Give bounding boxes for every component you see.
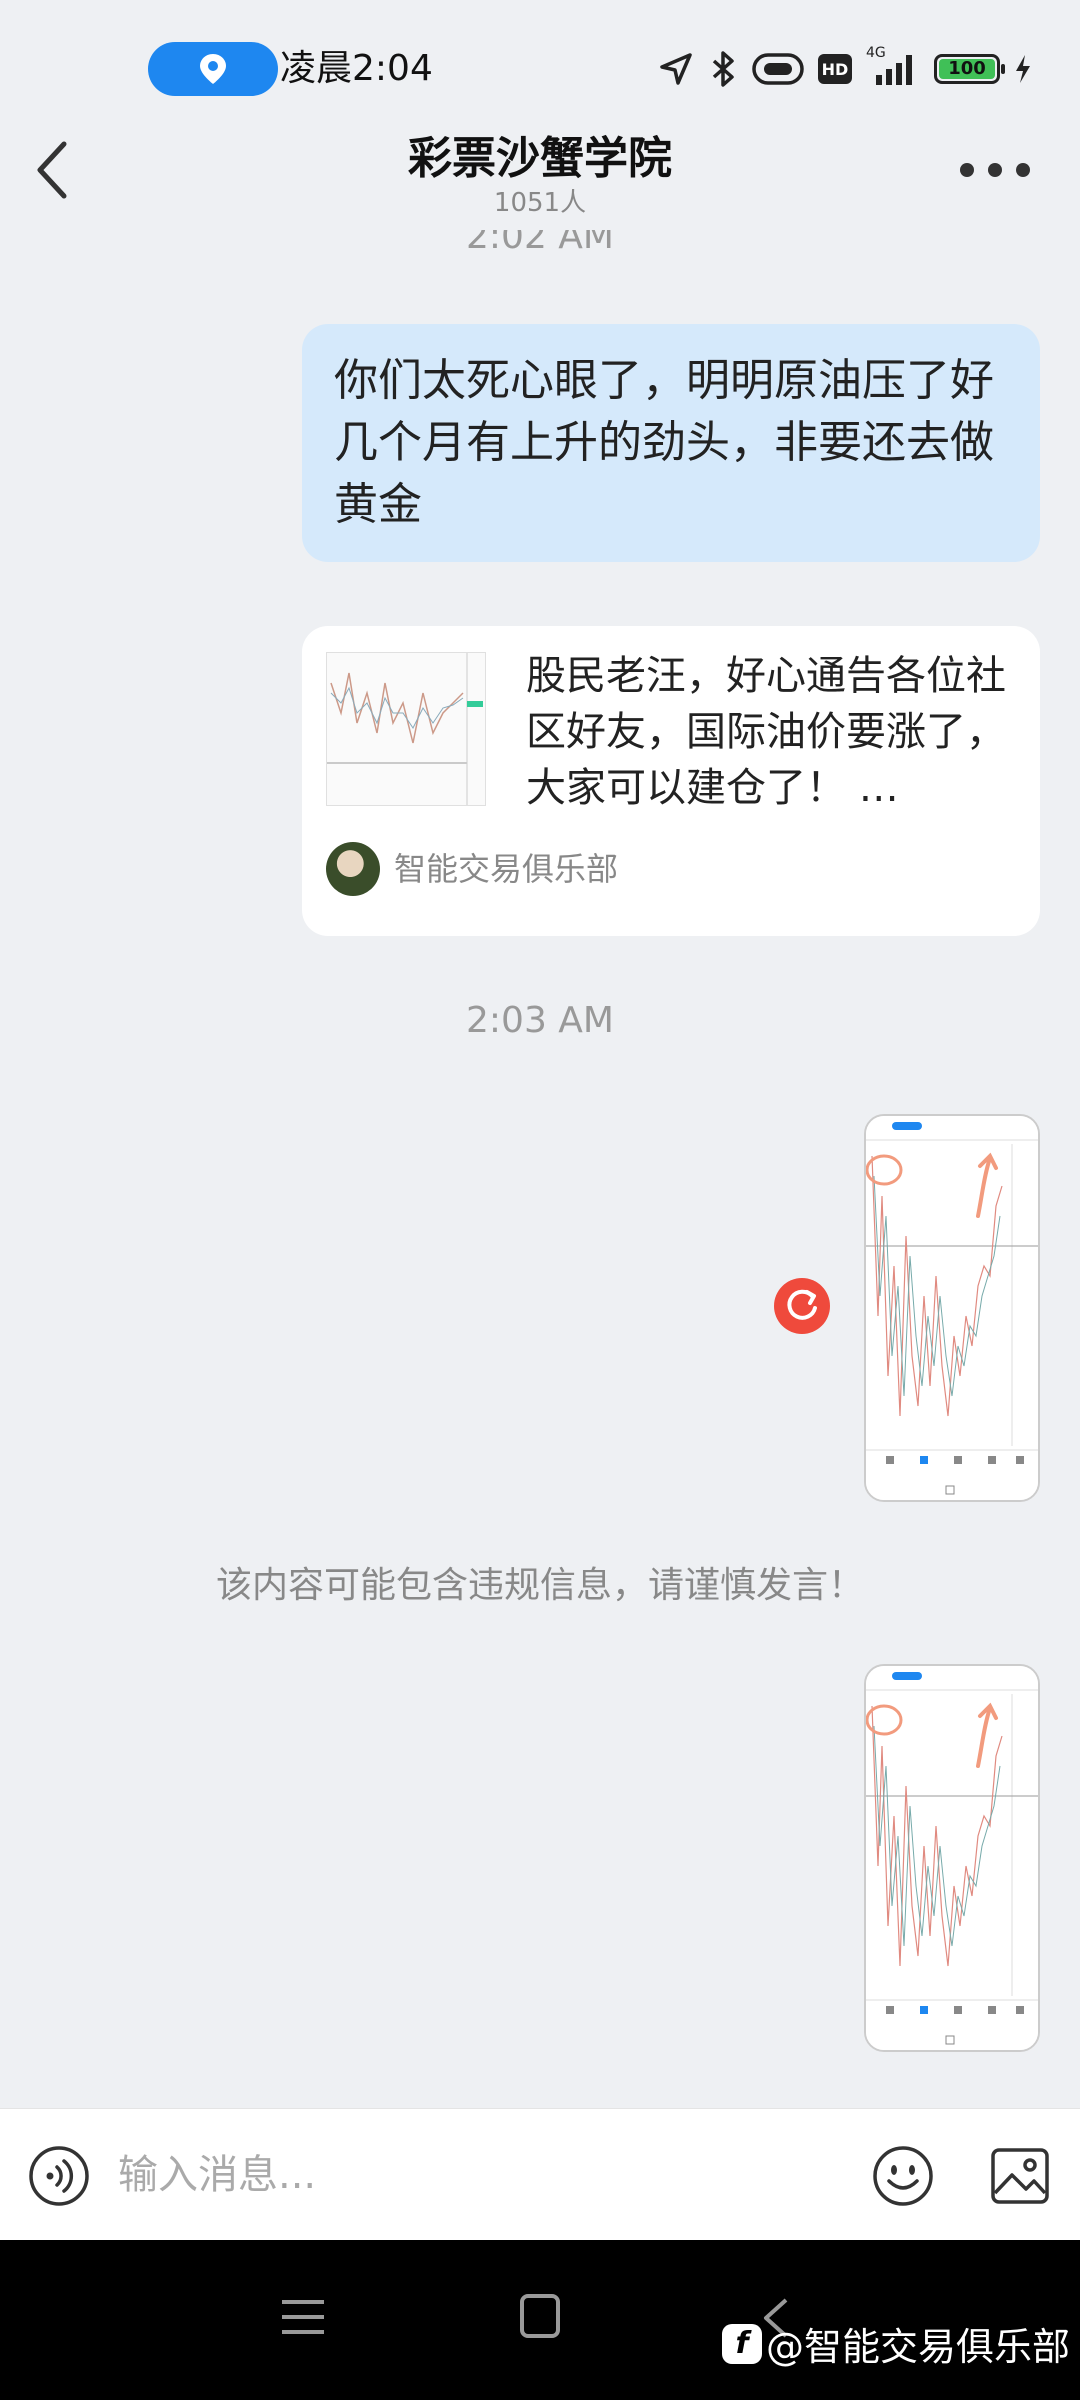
chat-header: 彩票沙蟹学院 1051人 [0, 110, 1080, 230]
charging-bolt-icon [1016, 55, 1030, 83]
chat-area[interactable]: 2:02 AM 你们太死心眼了，明明原油压了好几个月有上升的劲头，非要还去做黄金… [0, 230, 1080, 2108]
system-nav-bar: f @智能交易俱乐部 [0, 2240, 1080, 2400]
message-input-bar [0, 2108, 1080, 2240]
time-separator-partial: 2:02 AM [466, 230, 614, 257]
emoji-icon [873, 2146, 933, 2206]
more-button[interactable] [960, 150, 1030, 190]
member-count: 1051人 [493, 188, 587, 218]
source-avatar [326, 842, 380, 896]
retry-icon [787, 1289, 817, 1320]
emoji-button[interactable] [872, 2145, 934, 2207]
facebook-logo-icon: f [721, 2323, 762, 2364]
status-icons: HD 4G 100 [658, 44, 1032, 94]
image-button[interactable] [990, 2147, 1050, 2205]
group-title: 彩票沙蟹学院 [408, 133, 672, 184]
image-icon [991, 2148, 1049, 2204]
voice-button[interactable] [28, 2145, 90, 2207]
signal-icon: 4G [866, 45, 920, 87]
shared-post-source: 智能交易俱乐部 [394, 850, 619, 888]
recent-apps-button[interactable] [280, 2296, 326, 2338]
chart-screenshot-image [866, 1116, 1038, 1500]
menu-icon [282, 2300, 324, 2334]
shared-post-text: 股民老汪，好心通告各位社区好友，国际油价要涨了，大家可以建仓了！ … [526, 653, 1006, 811]
content-warning-notice: 该内容可能包含违规信息，请谨慎发言！ [215, 1565, 864, 1606]
network-label: 4G [866, 45, 886, 61]
vibrate-icon [752, 53, 804, 85]
battery-indicator: 100 [934, 54, 1005, 84]
hd-badge: HD [818, 54, 852, 84]
chart-screenshot-image [866, 1666, 1038, 2050]
more-dot [1016, 163, 1030, 177]
watermark-text: @智能交易俱乐部 [765, 2325, 1070, 2369]
message-input[interactable] [118, 2139, 838, 2211]
shared-post-card[interactable]: 股民老汪，好心通告各位社区好友，国际油价要涨了，大家可以建仓了！ … 智能交易俱… [302, 626, 1040, 936]
watermark: f @智能交易俱乐部 [721, 2316, 1070, 2371]
time-separator: 2:03 AM [466, 1000, 614, 1041]
shared-post-thumbnail [326, 652, 486, 806]
image-message[interactable] [864, 1664, 1040, 2052]
bluetooth-icon [712, 51, 734, 87]
image-message[interactable] [864, 1114, 1040, 1502]
more-dot [988, 163, 1002, 177]
navigation-arrow-icon [660, 53, 692, 85]
battery-level: 100 [939, 59, 995, 79]
more-dot [960, 163, 974, 177]
voice-icon [29, 2146, 89, 2206]
location-pin-icon [200, 54, 226, 84]
home-button[interactable] [520, 2294, 560, 2338]
status-time: 凌晨2:04 [280, 48, 433, 89]
location-pill[interactable] [148, 42, 278, 96]
resend-button[interactable] [774, 1278, 830, 1334]
my-message-bubble[interactable]: 你们太死心眼了，明明原油压了好几个月有上升的劲头，非要还去做黄金 [302, 324, 1040, 562]
